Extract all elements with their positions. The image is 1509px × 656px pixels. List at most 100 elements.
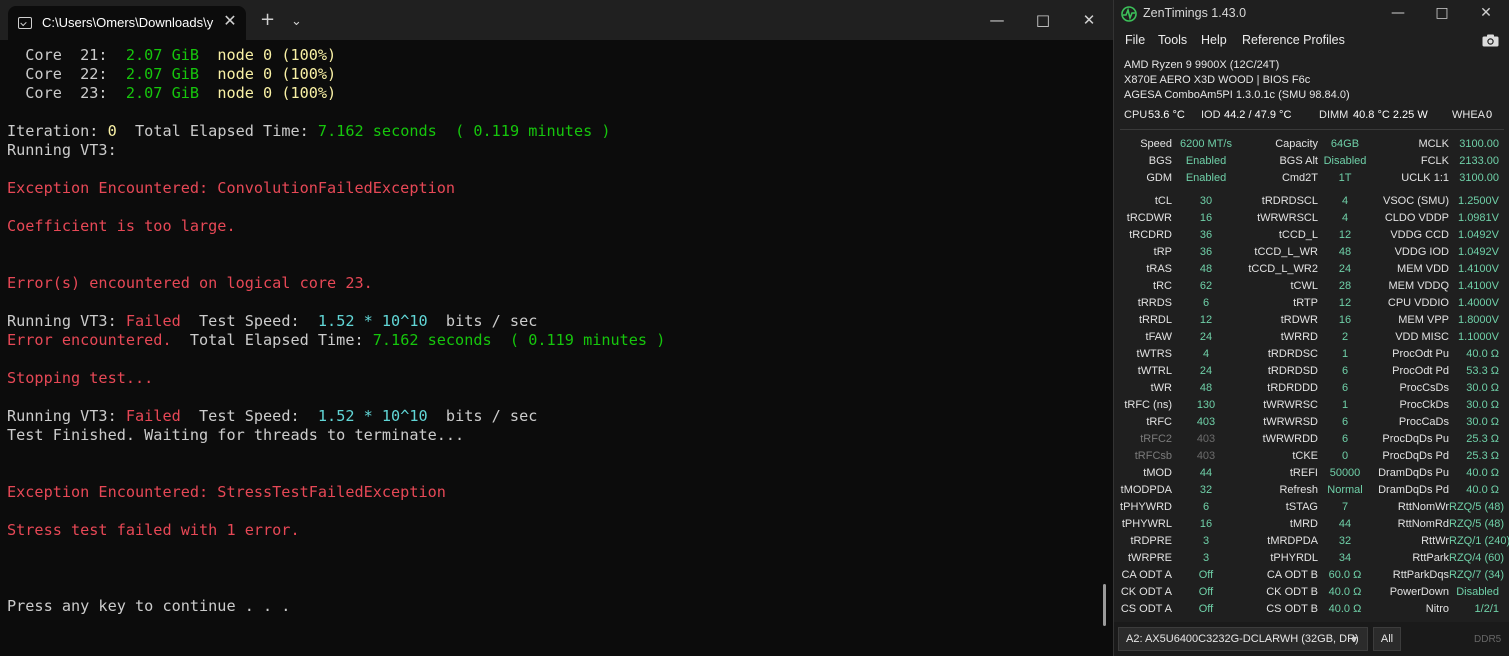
timing-label: tMRD — [1289, 518, 1318, 530]
timing-label: tRC — [1153, 280, 1172, 292]
timing-value: 4 — [1341, 195, 1349, 207]
terminal-text: Test Finished. Waiting for threads to te… — [7, 426, 465, 444]
close-tab-icon[interactable]: ✕ — [222, 13, 238, 29]
terminal-line: Test Finished. Waiting for threads to te… — [7, 426, 1097, 445]
terminal-text: node 0 (100%) — [199, 46, 337, 64]
terminal-line: Error encountered. Total Elapsed Time: 7… — [7, 331, 1097, 350]
timing-value: 2133.00 — [1459, 155, 1499, 167]
all-button[interactable]: All — [1373, 627, 1401, 651]
tab-title: C:\Users\Omers\Downloads\y — [42, 15, 214, 30]
timing-value: 1.0981V — [1458, 212, 1499, 224]
dimm-select[interactable]: A2: AX5U6400C3232G-DCLARWH (32GB, DR) ▼ — [1118, 627, 1368, 651]
chevron-down-icon: ▼ — [1350, 634, 1359, 644]
terminal-titlebar: C:\Users\Omers\Downloads\y ✕ + ⌄ — □ ✕ — [0, 0, 1113, 40]
timing-label: RttNomRd — [1397, 518, 1449, 530]
timing-value: 403 — [1196, 433, 1216, 445]
minimize-button[interactable]: — — [974, 0, 1020, 40]
terminal-output[interactable]: Core 21: 2.07 GiB node 0 (100%) Core 22:… — [7, 46, 1097, 646]
timing-label: tCL — [1154, 195, 1172, 207]
timing-value: 32 — [1338, 535, 1352, 547]
timing-value: 24 — [1199, 331, 1213, 343]
timing-label: tWRRD — [1280, 331, 1318, 343]
new-tab-button[interactable]: + — [260, 10, 275, 30]
timing-value: 24 — [1338, 263, 1352, 275]
timing-label: tRRDS — [1137, 297, 1172, 309]
terminal-text: Core 22: — [7, 65, 126, 83]
timing-label: ProcOdt Pd — [1392, 365, 1449, 377]
zen-footer: A2: AX5U6400C3232G-DCLARWH (32GB, DR) ▼ … — [1114, 622, 1509, 656]
timing-value: 34 — [1338, 552, 1352, 564]
timing-label: ProcOdt Pu — [1392, 348, 1449, 360]
terminal-text: Press any key to continue . . . — [7, 597, 291, 615]
timing-label: Capacity — [1275, 138, 1318, 150]
timing-value: 1.0492V — [1458, 229, 1499, 241]
timing-value: 40.0 Ω — [1466, 348, 1499, 360]
timing-label: UCLK 1:1 — [1401, 172, 1449, 184]
timing-value: 30.0 Ω — [1466, 382, 1499, 394]
terminal-text: Core 21: — [7, 46, 126, 64]
timing-value: 403 — [1196, 450, 1216, 462]
timing-label: DramDqDs Pu — [1378, 467, 1449, 479]
terminal-text: Total Elapsed Time: — [116, 122, 318, 140]
timing-value: 1.4000V — [1458, 297, 1499, 309]
terminal-text: node 0 (100%) — [199, 65, 337, 83]
terminal-text: Failed — [125, 312, 181, 330]
timing-label: VSOC (SMU) — [1383, 195, 1449, 207]
timing-label: tSTAG — [1285, 501, 1318, 513]
timing-label: CK ODT A — [1120, 586, 1172, 598]
timing-value: 30.0 Ω — [1466, 416, 1499, 428]
timing-label: tRDRDSCL — [1261, 195, 1318, 207]
timing-label: GDM — [1146, 172, 1172, 184]
timing-value: 2 — [1341, 331, 1349, 343]
timing-label: tRAS — [1146, 263, 1172, 275]
timing-label: tRRDL — [1138, 314, 1172, 326]
timing-label: tCCD_L — [1278, 229, 1318, 241]
terminal-text: 1.52 * 10^10 — [317, 407, 428, 425]
timing-value: Enabled — [1185, 172, 1227, 184]
timing-label: tRTP — [1293, 297, 1318, 309]
timing-label: Cmd2T — [1281, 172, 1318, 184]
terminal-line: Coefficient is too large. — [7, 217, 1097, 236]
timing-value: 6200 MT/s — [1180, 138, 1232, 150]
timing-label: tPHYWRD — [1120, 501, 1172, 513]
terminal-line: Core 22: 2.07 GiB node 0 (100%) — [7, 65, 1097, 84]
terminal-text: Running VT3: — [7, 312, 126, 330]
terminal-scrollbar[interactable] — [1103, 584, 1106, 626]
terminal-text: Running VT3: — [7, 141, 117, 159]
timing-value: 30.0 Ω — [1466, 399, 1499, 411]
close-window-button[interactable]: ✕ — [1066, 0, 1112, 40]
timing-label: Refresh — [1279, 484, 1318, 496]
timing-value: 16 — [1199, 518, 1213, 530]
timing-value: 130 — [1196, 399, 1216, 411]
timing-value: RZQ/5 (48) — [1449, 518, 1505, 530]
timing-value: 48 — [1338, 246, 1352, 258]
timing-label: tRCDRD — [1129, 229, 1172, 241]
terminal-text: bits / sec — [427, 407, 538, 425]
timing-label: Nitro — [1425, 603, 1449, 615]
terminal-text: Stress test failed with 1 error. — [7, 521, 300, 539]
timing-label: tREFI — [1289, 467, 1318, 479]
timing-value: Enabled — [1185, 155, 1227, 167]
timing-value: 40.0 Ω — [1466, 467, 1499, 479]
timing-value: 1 — [1341, 399, 1349, 411]
timing-label: tCWL — [1290, 280, 1319, 292]
timing-value: 3 — [1202, 535, 1210, 547]
chevron-down-icon[interactable]: ⌄ — [291, 12, 302, 32]
timing-label: Speed — [1140, 138, 1172, 150]
terminal-tab[interactable]: C:\Users\Omers\Downloads\y ✕ — [8, 6, 246, 40]
maximize-button[interactable]: □ — [1020, 0, 1066, 40]
timing-value: 64GB — [1330, 138, 1360, 150]
terminal-text: Running VT3: — [7, 407, 126, 425]
timing-value: 48 — [1199, 263, 1213, 275]
timing-label: tRFC2 — [1140, 433, 1172, 445]
terminal-line: Core 23: 2.07 GiB node 0 (100%) — [7, 84, 1097, 103]
terminal-text: Iteration: — [7, 122, 108, 140]
timing-value: Off — [1198, 586, 1214, 598]
timing-label: tWR — [1150, 382, 1172, 394]
terminal-line: Exception Encountered: ConvolutionFailed… — [7, 179, 1097, 198]
timing-value: 1T — [1338, 172, 1352, 184]
